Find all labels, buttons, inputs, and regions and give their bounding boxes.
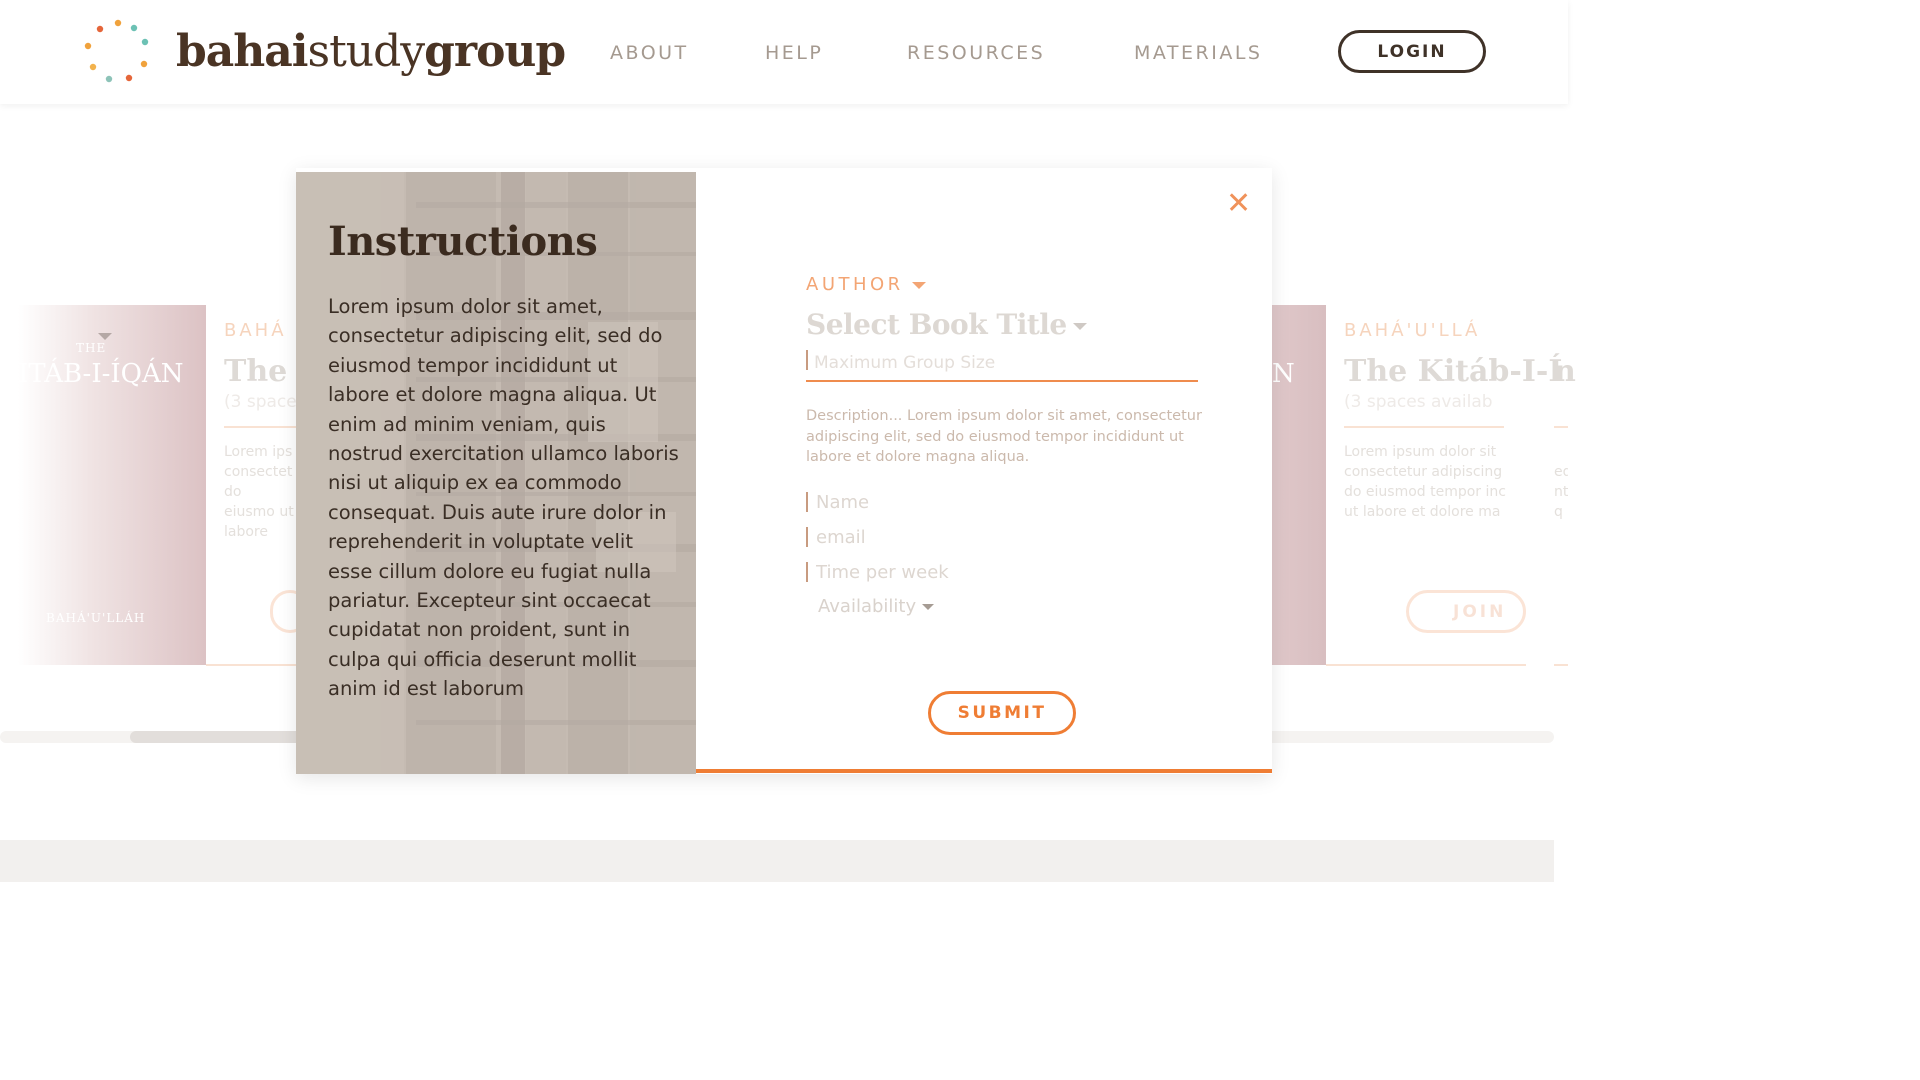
card-divider [1344,426,1504,428]
create-group-modal: Instructions Lorem ipsum dolor sit amet,… [296,168,1272,774]
site-header: bahaistudygroup ABOUT HELP RESOURCES MAT… [0,0,1568,104]
author-label: AUTHOR [806,274,904,295]
card-divider [224,426,296,428]
email-input[interactable] [816,523,1096,551]
login-button[interactable]: LOGIN [1338,30,1486,73]
instructions-title: Instructions [328,218,598,265]
card-title-partial: n [1554,354,1576,389]
logo-dots-icon [84,19,149,83]
nav-resources[interactable]: RESOURCES [907,42,1045,64]
footer-bar [0,840,1554,882]
book-cover-left: THE ITÁB-I-ÍQÁN BAHÁ'U'LLÁH [18,305,206,665]
card-description: Lorem ipsum dolor sit consectetur adipis… [1344,444,1506,520]
chevron-down-icon [911,281,926,289]
cover-title: ITÁB-I-ÍQÁN [18,359,184,389]
availability-dropdown[interactable]: Availability [818,596,935,617]
book-title-label: Select Book Title [806,308,1067,341]
card-divider [1554,426,1568,428]
author-dropdown[interactable]: AUTHOR [806,274,926,295]
join-button[interactable]: JOIN [1406,590,1526,633]
nav-materials[interactable]: MATERIALS [1134,42,1262,64]
instructions-body: Lorem ipsum dolor sit amet, consectetur … [328,295,679,701]
book-title-dropdown[interactable]: Select Book Title [806,308,1087,341]
site-logo[interactable]: bahaistudygroup [176,26,566,77]
time-per-week-input[interactable] [816,558,1096,586]
text-cursor [806,492,808,512]
text-cursor [806,527,808,547]
text-cursor [806,562,808,582]
logo-part-study: study [307,26,426,77]
card-author: BAHÁ'U'LLÁ [1344,320,1481,341]
card-bottom-line [206,664,296,666]
cover-title: N [1272,359,1295,389]
max-group-size-input[interactable] [806,346,1198,382]
chevron-down-icon [922,604,935,610]
carousel-scroll-thumb[interactable] [130,731,310,743]
card-spaces: (3 space [224,392,297,412]
card-spaces: (3 spaces availab [1344,392,1493,412]
nav-help[interactable]: HELP [765,42,823,64]
submit-button[interactable]: SUBMIT [928,691,1076,735]
logo-part-group: group [424,26,566,77]
modal-accent-line [696,769,1272,773]
name-input[interactable] [816,488,1096,516]
chevron-down-icon [1072,323,1087,330]
join-label: JOIN [1453,602,1507,622]
logo-part-bahai: bahai [176,26,308,77]
instructions-panel: Instructions Lorem ipsum dolor sit amet,… [296,172,696,774]
card-bottom-line [1554,664,1568,666]
book-description: Description... Lorem ipsum dolor sit ame… [806,408,1202,465]
card-description: Lorem ips consectet do eiusmo ut labore [224,444,294,540]
book-cover-right: N [1272,305,1326,665]
close-icon[interactable]: ✕ [1226,189,1251,219]
card-description-partial: ed nt q [1554,464,1568,520]
availability-label: Availability [818,596,917,617]
nav-about[interactable]: ABOUT [610,42,689,64]
cover-small-bottom: BAHÁ'U'LLÁH [46,611,146,625]
chevron-down-icon [98,333,112,340]
card-title: The Kitáb-I-Í [1344,354,1563,389]
card-author: BAHÁ [224,320,287,341]
card-bottom-line [1326,664,1526,666]
cover-small-top: THE [76,341,107,355]
